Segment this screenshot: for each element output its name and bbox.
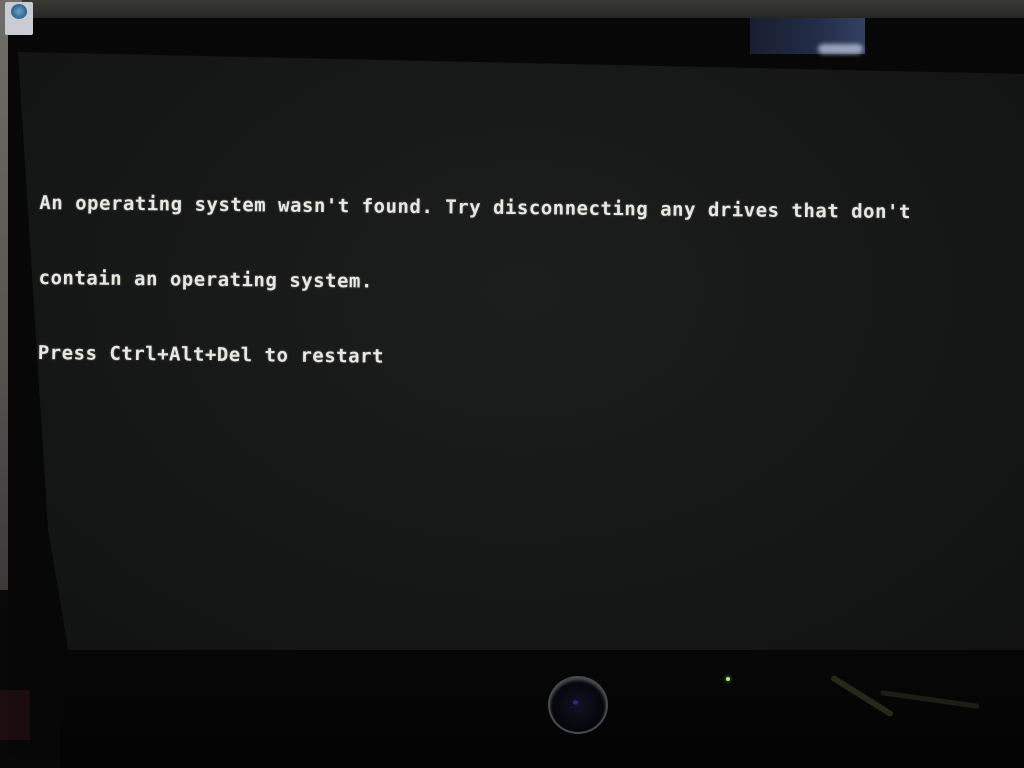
windows-sticker [5, 2, 33, 35]
ambient-reflection [0, 690, 30, 740]
error-line-2: contain an operating system. [38, 266, 373, 293]
error-line-1: An operating system wasn't found. Try di… [39, 191, 911, 224]
boot-error-message: An operating system wasn't found. Try di… [37, 141, 911, 425]
power-button[interactable] [548, 676, 608, 734]
status-led-icon [726, 677, 730, 681]
power-icon [573, 700, 578, 705]
photo-scene: An operating system wasn't found. Try di… [0, 0, 1024, 768]
restart-instruction: Press Ctrl+Alt+Del to restart [37, 341, 385, 368]
bezel-glare [818, 44, 863, 54]
windows-logo-icon [11, 4, 27, 19]
